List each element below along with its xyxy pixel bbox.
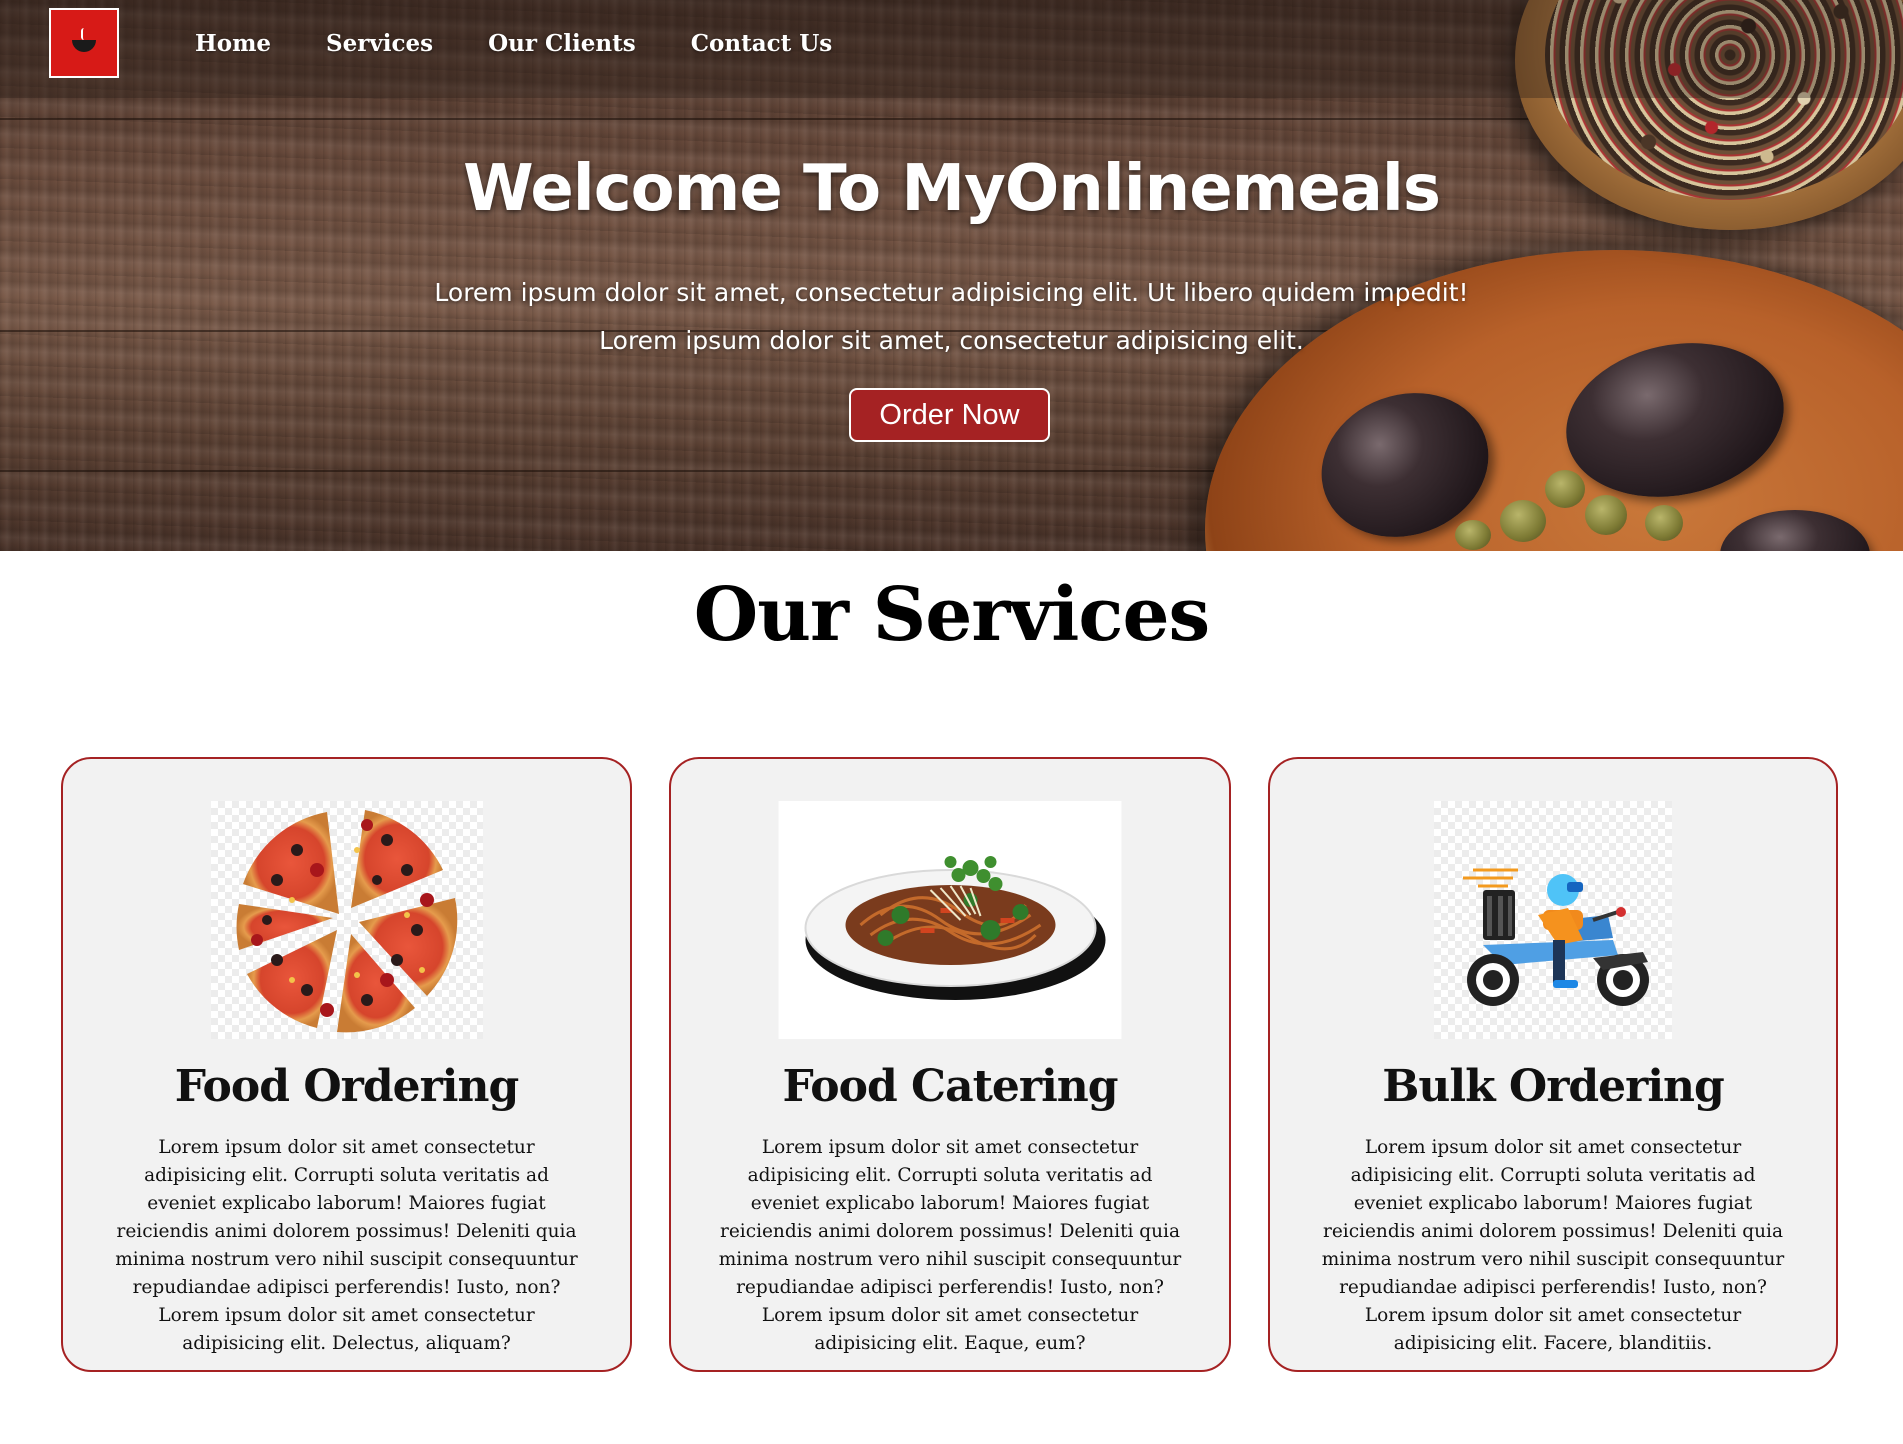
site-logo[interactable] (49, 8, 119, 78)
service-card-title: Food Catering (782, 1061, 1118, 1112)
service-card-text: Lorem ipsum dolor sit amet consectetur a… (1321, 1137, 1785, 1354)
service-card-bulk-ordering: Bulk Ordering Lorem ipsum dolor sit amet… (1268, 757, 1838, 1372)
pizza-image (210, 801, 483, 1039)
service-card-text: Lorem ipsum dolor sit amet consectetur a… (718, 1137, 1182, 1354)
service-card-food-catering: Food Catering Lorem ipsum dolor sit amet… (669, 757, 1231, 1372)
nav-contact-us[interactable]: Contact Us (691, 30, 833, 57)
caper-image (1455, 520, 1491, 550)
caper-image (1545, 470, 1585, 508)
hero-title: Welcome To MyOnlinemeals (463, 152, 1441, 226)
hero-subtitle-line1: Lorem ipsum dolor sit amet, consectetur … (434, 278, 1469, 307)
service-card-text: Lorem ipsum dolor sit amet consectetur a… (115, 1137, 578, 1354)
main-nav: Home Services Our Clients Contact Us (195, 30, 887, 57)
service-card-title: Bulk Ordering (1382, 1061, 1725, 1112)
hero-subtitle-line2: Lorem ipsum dolor sit amet, consectetur … (599, 326, 1304, 355)
caper-image (1585, 495, 1627, 535)
service-card-food-ordering: Food Ordering Lorem ipsum dolor sit amet… (61, 757, 632, 1372)
caper-image (1645, 505, 1683, 541)
nav-home[interactable]: Home (195, 30, 271, 57)
services-title: Our Services (693, 572, 1210, 658)
delivery-scooter-icon (1463, 868, 1649, 1006)
order-now-button[interactable]: Order Now (849, 388, 1050, 442)
pizza-icon (236, 810, 457, 1033)
hero-section: Home Services Our Clients Contact Us Wel… (0, 0, 1903, 551)
nav-services[interactable]: Services (326, 30, 433, 57)
caper-image (1500, 500, 1546, 542)
noodle-plate-image (778, 801, 1122, 1039)
service-card-title: Food Ordering (174, 1061, 520, 1112)
noodle-plate-icon (804, 856, 1105, 1000)
nav-our-clients[interactable]: Our Clients (488, 30, 636, 57)
bowl-icon (69, 28, 99, 58)
delivery-scooter-image (1434, 801, 1672, 1039)
